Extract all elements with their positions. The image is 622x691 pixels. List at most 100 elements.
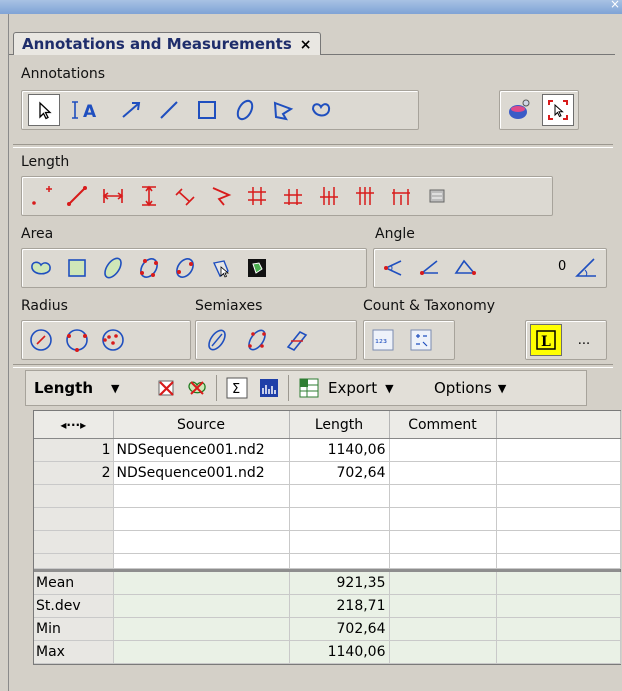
semiaxes-tool-3[interactable]: [282, 325, 312, 355]
cell-comment[interactable]: [389, 438, 497, 462]
histogram-button[interactable]: [258, 375, 280, 401]
vertical-length-tool[interactable]: [134, 181, 164, 211]
area-polygon-tool-1[interactable]: [134, 253, 164, 283]
semiaxes-label: Semiaxes: [195, 298, 263, 314]
export-menu-button[interactable]: Export ▼: [298, 375, 394, 401]
window-close-icon[interactable]: ×: [610, 0, 620, 11]
column-length[interactable]: Length: [289, 411, 390, 439]
statistics-toggle-button[interactable]: Σ: [226, 375, 248, 401]
column-source[interactable]: Source: [113, 411, 290, 439]
area-autodetect-tool[interactable]: [206, 253, 236, 283]
diagonal-length-tool[interactable]: [170, 181, 200, 211]
radius-tool-2[interactable]: [62, 325, 92, 355]
grid-length-tool-3[interactable]: [314, 181, 344, 211]
stat-row-max: Max 1140,06: [34, 640, 621, 664]
count-tool[interactable]: ₁₂₃: [368, 325, 398, 355]
ellipse-annotation-tool[interactable]: [230, 95, 260, 125]
horizontal-length-tool[interactable]: [98, 181, 128, 211]
cell-source[interactable]: NDSequence001.nd2: [113, 438, 290, 462]
radius-tool-1[interactable]: [26, 325, 56, 355]
toolbar-divider-2: [288, 375, 289, 401]
measurement-type-dropdown[interactable]: Length ▼: [34, 375, 119, 401]
more-options-button[interactable]: ...: [570, 325, 598, 355]
window-top-strip: ×: [0, 0, 622, 14]
svg-text:Σ: Σ: [232, 382, 240, 397]
profile-icon: [429, 189, 445, 203]
column-comment[interactable]: Comment: [389, 411, 497, 439]
cell-length[interactable]: 1140,06: [289, 438, 390, 462]
options-menu-button[interactable]: Options ▼: [434, 375, 506, 401]
vertical-caliper-icon: [142, 185, 156, 207]
cell-comment[interactable]: [389, 461, 497, 485]
grid-length-tool-1[interactable]: [242, 181, 272, 211]
angle-reference-tool[interactable]: [570, 253, 600, 283]
freehand-annotation-tool[interactable]: [306, 95, 336, 125]
freehand-icon: [311, 103, 331, 117]
section-separator-2: [13, 364, 613, 368]
blob-area-icon: [31, 261, 51, 275]
angle-tool-3[interactable]: [450, 253, 480, 283]
object-select-tool[interactable]: [542, 94, 574, 126]
tab-annotations-and-measurements[interactable]: Annotations and Measurements ×: [13, 32, 321, 55]
export-label: Export: [328, 379, 378, 397]
radius-tool-3[interactable]: [98, 325, 128, 355]
grid-length-tool-5[interactable]: [386, 181, 416, 211]
select-pointer-tool[interactable]: [28, 94, 60, 126]
toolbar-divider: [216, 375, 217, 401]
area-rectangle-tool[interactable]: [62, 253, 92, 283]
line-length-icon: [67, 186, 87, 206]
length-label: Length: [21, 154, 70, 170]
count-taxonomy-label: Count & Taxonomy: [363, 298, 495, 314]
length-tools-group: [21, 176, 553, 216]
area-tools-group: [21, 248, 367, 288]
angle-horizontal-icon: [419, 260, 438, 275]
empty-row: [34, 530, 621, 554]
cell-source[interactable]: NDSequence001.nd2: [113, 461, 290, 485]
delete-selected-button[interactable]: [156, 375, 178, 401]
polygon-annotation-tool[interactable]: [268, 95, 298, 125]
annotations-panel: Annotations and Measurements × Annotation…: [8, 14, 621, 691]
length-point-tool[interactable]: [26, 181, 56, 211]
taxonomy-tool[interactable]: [406, 325, 436, 355]
semiaxes-tool-1[interactable]: [202, 325, 232, 355]
circle-multipoint-icon: [102, 329, 124, 351]
area-threshold-tool[interactable]: [242, 253, 272, 283]
angle-three-point-icon: [454, 259, 476, 275]
angle-tool-2[interactable]: [414, 253, 444, 283]
rectangle-annotation-tool[interactable]: [192, 95, 222, 125]
tab-close-icon[interactable]: ×: [300, 37, 312, 53]
angle-zero-value: 0: [558, 259, 567, 274]
text-annotation-tool[interactable]: A: [66, 95, 108, 125]
length-line-tool[interactable]: [62, 181, 92, 211]
grid-length-tool-2[interactable]: [278, 181, 308, 211]
label-toggle-button[interactable]: L: [530, 324, 562, 356]
angle-reference-icon: [575, 258, 596, 277]
semiaxes-tool-2[interactable]: [242, 325, 272, 355]
rhombus-axis-icon: [286, 330, 308, 352]
annotations-label: Annotations: [21, 66, 106, 82]
auto-area-icon: [212, 260, 230, 278]
angle-tool-1[interactable]: [378, 253, 408, 283]
area-ellipse-tool[interactable]: [98, 253, 128, 283]
stat-value: 702,64: [289, 617, 390, 641]
table-row[interactable]: 1 NDSequence001.nd2 1140,06: [34, 438, 621, 462]
row-index: 2: [34, 461, 114, 485]
length-profile-tool[interactable]: [422, 181, 452, 211]
histogram-icon: [260, 379, 278, 397]
brush-tool[interactable]: [504, 95, 534, 125]
delete-all-button[interactable]: [186, 375, 208, 401]
angle-tools-group: 0: [373, 248, 607, 288]
angle-label: Angle: [375, 226, 415, 242]
selection-pointer-icon: [548, 100, 568, 120]
arrow-annotation-tool[interactable]: [116, 95, 146, 125]
grid-corner-header[interactable]: ◂···▸: [34, 411, 114, 439]
polyline-length-tool[interactable]: [206, 181, 236, 211]
table-row[interactable]: 2 NDSequence001.nd2 702,64: [34, 461, 621, 485]
area-freehand-tool[interactable]: [26, 253, 56, 283]
area-polygon-tool-2[interactable]: [170, 253, 200, 283]
grid-length-tool-4[interactable]: [350, 181, 380, 211]
cell-length[interactable]: 702,64: [289, 461, 390, 485]
line-annotation-tool[interactable]: [154, 95, 184, 125]
ellipse-points-icon: [248, 329, 266, 351]
brush-icon: [509, 99, 530, 119]
